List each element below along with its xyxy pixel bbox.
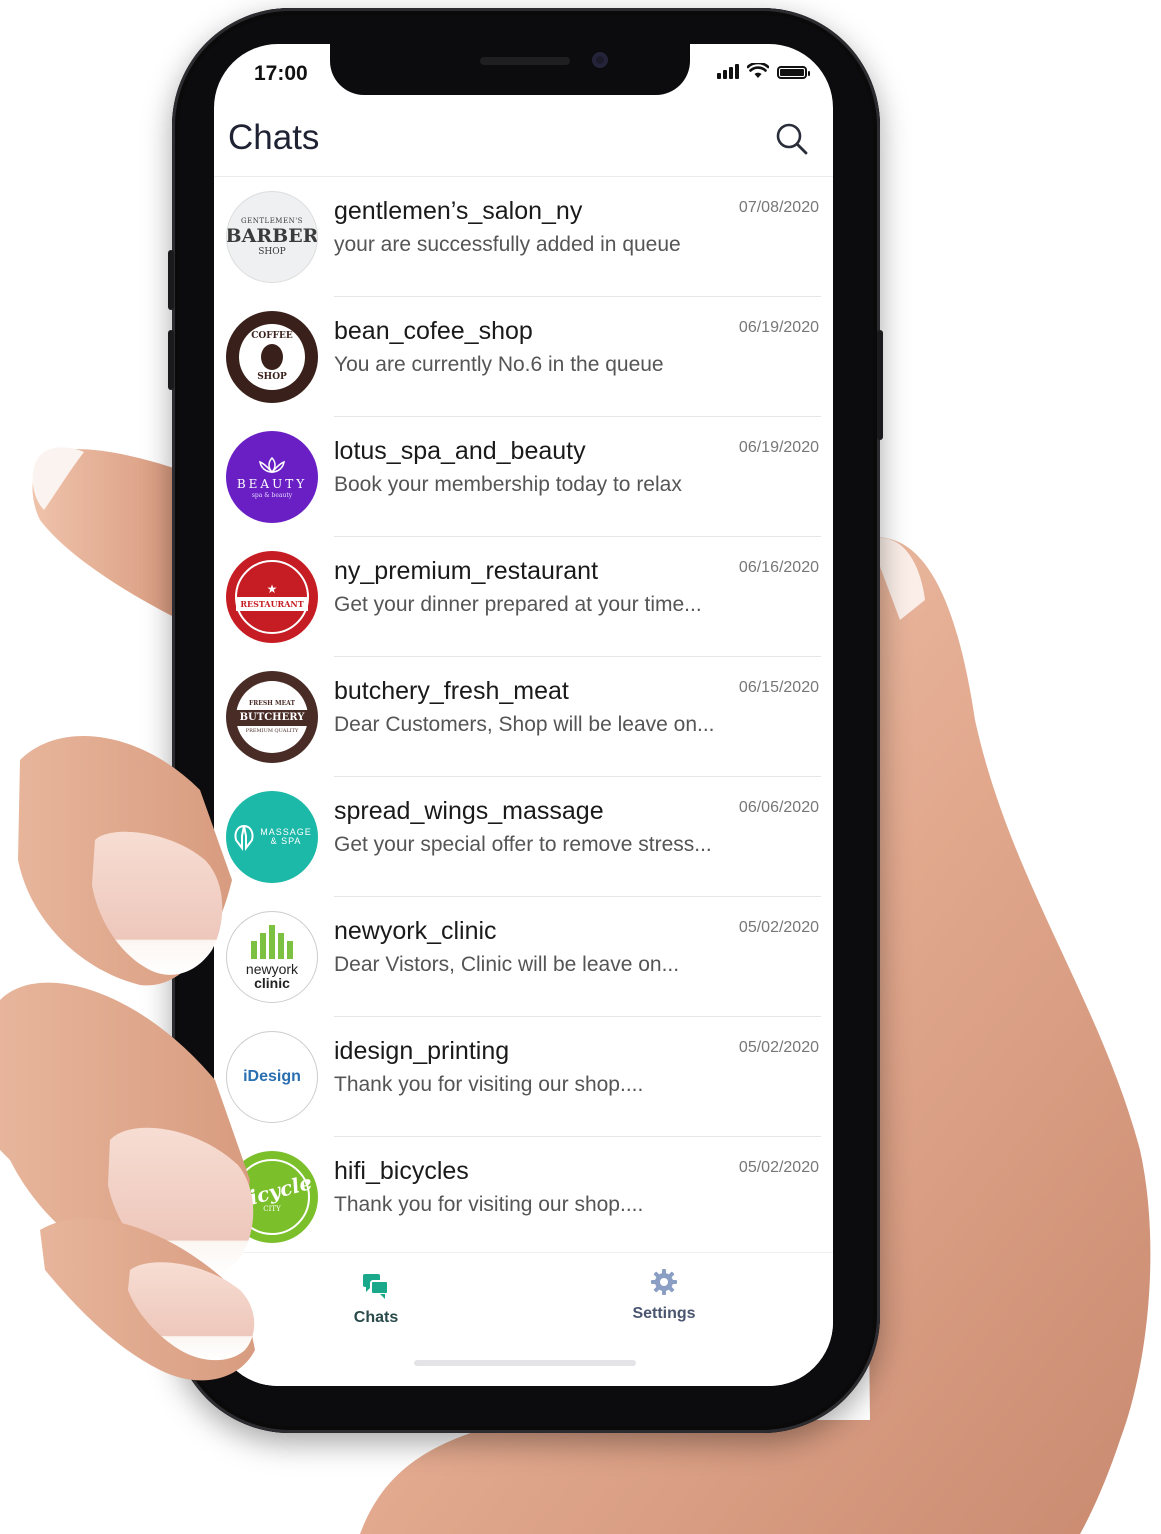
chat-preview: Dear Vistors, Clinic will be leave on...	[334, 953, 680, 976]
chat-item-newyork-clinic[interactable]: newyork clinic newyork_clinic 05/02/2020…	[214, 897, 833, 1017]
front-camera-icon	[592, 52, 608, 68]
tab-chats[interactable]: Chats	[306, 1271, 446, 1327]
status-time: 17:00	[254, 62, 308, 85]
chat-item-ny-premium-restaurant[interactable]: ★ RESTAURANT ny_premium_restaurant 06/16…	[214, 537, 833, 657]
chat-item-idesign-printing[interactable]: iDesign idesign_printing 05/02/2020 Than…	[214, 1017, 833, 1137]
chat-item-bean-cofee-shop[interactable]: COFFEE SHOP bean_cofee_shop 06/19/2020 Y…	[214, 297, 833, 417]
phone-notch	[330, 43, 690, 95]
chat-date: 05/02/2020	[738, 1159, 819, 1176]
chat-list: GENTLEMEN'S BARBER SHOP gentlemen’s_salo…	[214, 177, 833, 1257]
chat-date: 06/16/2020	[738, 559, 819, 576]
chat-preview: You are currently No.6 in the queue	[334, 353, 664, 376]
lotus-icon	[259, 456, 285, 473]
chat-item-gentlemens-salon[interactable]: GENTLEMEN'S BARBER SHOP gentlemen’s_salo…	[214, 177, 833, 297]
phone-volume-button	[168, 250, 174, 310]
chat-bubbles-icon	[363, 1274, 389, 1299]
home-indicator	[414, 1360, 636, 1366]
avatar-idesign: iDesign	[226, 1031, 318, 1123]
tab-settings-label: Settings	[632, 1305, 696, 1322]
chat-item-lotus-spa[interactable]: BEAUTY spa & beauty lotus_spa_and_beauty…	[214, 417, 833, 537]
chat-date: 07/08/2020	[738, 199, 819, 216]
chat-name: butchery_fresh_meat	[334, 677, 569, 705]
chat-preview: Get your dinner prepared at your time...	[334, 593, 702, 616]
avatar-massage-spa: MASSAGE & SPA	[226, 791, 318, 883]
avatar-coffee-shop: COFFEE SHOP	[226, 311, 318, 403]
avatar-restaurant: ★ RESTAURANT	[226, 551, 318, 643]
chat-item-butchery-fresh-meat[interactable]: FRESH MEAT BUTCHERY PREMIUM QUALITY butc…	[214, 657, 833, 777]
wings-icon	[234, 824, 254, 851]
tab-settings[interactable]: Settings	[594, 1267, 734, 1323]
chats-header: Chats	[214, 104, 833, 177]
speaker-grille	[480, 57, 570, 65]
chat-date: 06/19/2020	[738, 319, 819, 336]
avatar-newyork-clinic: newyork clinic	[226, 911, 318, 1003]
chat-item-spread-wings-massage[interactable]: MASSAGE & SPA spread_wings_massage 06/06…	[214, 777, 833, 897]
chat-date: 05/02/2020	[738, 919, 819, 936]
avatar-butchery: FRESH MEAT BUTCHERY PREMIUM QUALITY	[226, 671, 318, 763]
avatar-beauty: BEAUTY spa & beauty	[226, 431, 318, 523]
chat-date: 06/06/2020	[738, 799, 819, 816]
chat-name: lotus_spa_and_beauty	[334, 437, 586, 465]
page-title: Chats	[228, 118, 320, 157]
chat-name: ny_premium_restaurant	[334, 557, 599, 585]
chat-date: 06/15/2020	[738, 679, 819, 696]
chat-preview: Book your membership today to relax	[334, 473, 682, 496]
chat-preview: Thank you for visiting our shop....	[334, 1073, 644, 1096]
phone-volume-button	[168, 330, 174, 390]
chat-preview: Thank you for visiting our shop....	[334, 1193, 644, 1216]
chat-name: newyork_clinic	[334, 917, 497, 945]
tab-chats-label: Chats	[353, 1309, 399, 1326]
chat-date: 05/02/2020	[738, 1039, 819, 1056]
phone-power-button	[877, 330, 883, 440]
chat-preview: Get your special offer to remove stress.…	[334, 833, 712, 856]
chat-name: hifi_bicycles	[334, 1157, 469, 1185]
chat-preview: your are successfully added in queue	[334, 233, 681, 256]
avatar-barber-shop: GENTLEMEN'S BARBER SHOP	[226, 191, 318, 283]
gear-icon	[651, 1269, 677, 1295]
chat-date: 06/19/2020	[738, 439, 819, 456]
search-icon[interactable]	[775, 122, 809, 156]
wifi-icon	[747, 63, 769, 78]
chat-preview: Dear Customers, Shop will be leave on...	[334, 713, 715, 736]
chat-name: bean_cofee_shop	[334, 317, 533, 345]
chat-item-hifi-bicycles[interactable]: Bicycle CITY hifi_bicycles 05/02/2020 Th…	[214, 1137, 833, 1257]
status-icons	[717, 63, 810, 79]
chat-name: gentlemen’s_salon_ny	[334, 197, 583, 225]
bars-logo-icon	[251, 924, 293, 959]
avatar-bicycle: Bicycle CITY	[226, 1151, 318, 1243]
battery-icon	[777, 66, 810, 79]
signal-icon	[717, 63, 739, 79]
chat-name: idesign_printing	[334, 1037, 510, 1065]
phone-screen: 17:00 Chats GENTLEMEN'S BARBER SHOP gent…	[214, 44, 833, 1386]
chat-name: spread_wings_massage	[334, 797, 604, 825]
